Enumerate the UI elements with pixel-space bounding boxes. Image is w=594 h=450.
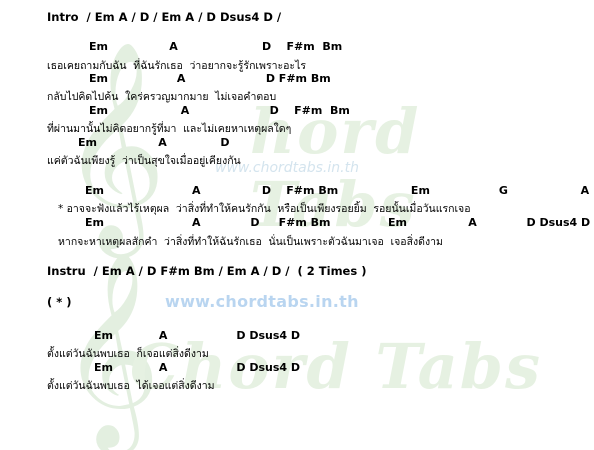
- verse1-chords-4: Em A D: [78, 136, 230, 149]
- intro-line: Intro / Em A / D / Em A / D Dsus4 D /: [47, 10, 282, 24]
- instru-line: Instru / Em A / D F#m Bm / Em A / D / ( …: [47, 264, 367, 278]
- ending-chords-2: Em A D Dsus4 D: [94, 361, 301, 374]
- chorus-lyric-1: * อาจจะฟังแล้วไร้เหตุผล ว่าสิ่งที่ทำให้ค…: [58, 203, 471, 215]
- ending-lyric-1: ตั้งแต่วันฉันพบเธอ ก็เจอแต่สิ่งดีงาม: [47, 348, 209, 360]
- verse1-lyric-2: กลับไปคิดไปค้น ใคร่ครวญมากมาย ไม่เจอคำตอ…: [47, 91, 277, 103]
- chorus-chords-1: Em A D F#m Bm Em G A: [85, 184, 590, 197]
- chorus-chords-2: Em A D F#m Bm Em A D Dsus4 D: [85, 216, 591, 229]
- verse1-lyric-3: ที่ผ่านมานั้นไม่คิดอยากรู้ที่มา และไม่เค…: [47, 123, 292, 135]
- ending-lyric-2: ตั้งแต่วันฉันพบเธอ ได้เจอแต่สิ่งดีงาม: [47, 380, 215, 392]
- verse1-chords-2: Em A D F#m Bm: [89, 72, 331, 85]
- ending-chords-1: Em A D Dsus4 D: [94, 329, 301, 342]
- verse1-lyric-4: แค่ตัวฉันเพียงรู้ ว่าเป็นสุขใจเมื่ออยู่เ…: [47, 155, 241, 167]
- chorus-lyric-2: หากจะหาเหตุผลสักคำ ว่าสิ่งที่ทำให้ฉันรัก…: [58, 236, 443, 248]
- site-url-watermark[interactable]: www.chordtabs.in.th: [165, 292, 359, 311]
- verse1-chords-3: Em A D F#m Bm: [89, 104, 350, 117]
- verse1-chords-1: Em A D F#m Bm: [89, 40, 343, 53]
- chorus-repeat-marker: ( * ): [47, 295, 72, 309]
